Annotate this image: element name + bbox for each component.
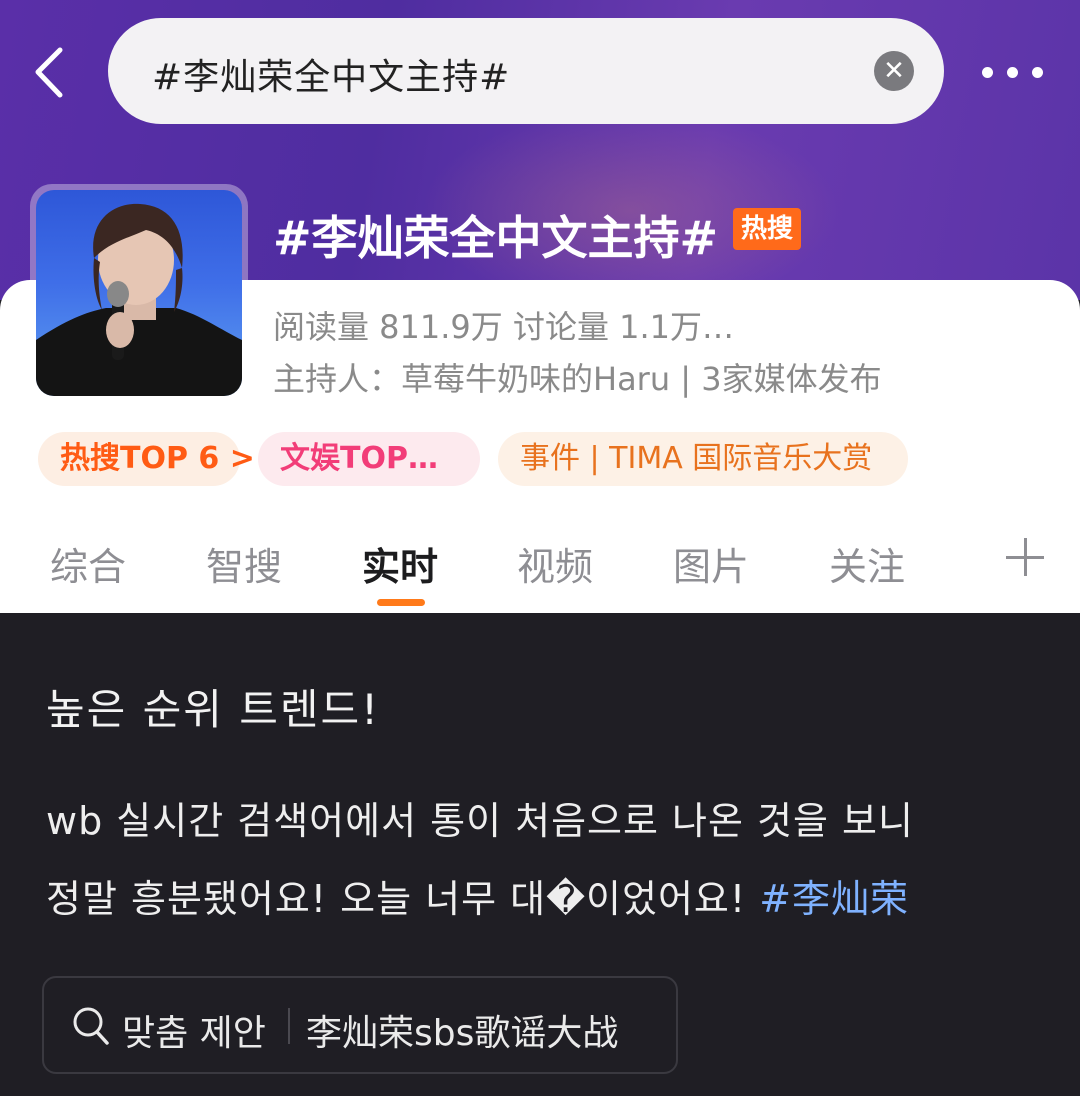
topic-stats: 阅读量 811.9万 讨论量 1.1万… xyxy=(273,308,735,346)
active-tab-indicator xyxy=(377,599,425,606)
topic-host[interactable]: 主持人：草莓牛奶味的Haru | 3家媒体发布 xyxy=(273,354,882,400)
post-body-text: 정말 흥분됐어요! 오늘 너무 대�이었어요! xyxy=(46,877,760,921)
back-arrow-icon[interactable] xyxy=(30,45,70,100)
search-input[interactable]: #李灿荣全中文主持# xyxy=(152,48,510,100)
hot-badge: 热搜 xyxy=(733,208,802,250)
chip-hot-search-rank[interactable]: 热搜TOP 6 > xyxy=(38,432,255,486)
suggestion-divider xyxy=(288,1008,290,1044)
clear-icon[interactable]: ✕ xyxy=(874,51,914,91)
tab-smart-search[interactable]: 智搜 xyxy=(206,536,282,591)
suggestion-box[interactable]: 맞춤 제안 李灿荣sbs歌谣大战 xyxy=(42,976,678,1074)
search-icon xyxy=(73,1007,109,1045)
chip-event[interactable]: 事件 | TIMA 国际音乐大赏 xyxy=(498,432,908,486)
tab-comprehensive[interactable]: 综合 xyxy=(50,536,126,591)
topic-title: #李灿荣全中文主持# xyxy=(273,211,719,265)
avatar-image xyxy=(36,190,242,396)
post-heading: 높은 순위 트렌드! xyxy=(46,685,381,734)
post-body-line-2: 정말 흥분됐어요! 오늘 너무 대�이었어요! #李灿荣 xyxy=(46,868,909,923)
suggestion-label: 맞춤 제안 xyxy=(122,1013,266,1054)
search-bar[interactable]: #李灿荣全中文主持# ✕ xyxy=(108,18,944,124)
tab-images[interactable]: 图片 xyxy=(673,536,749,591)
post-body-line-1: wb 실시간 검색어에서 통이 처음으로 나온 것을 보니 xyxy=(46,799,914,843)
add-tab-icon[interactable] xyxy=(1006,538,1044,576)
chip-entertainment-rank[interactable]: 文娱TOP… xyxy=(258,432,480,486)
topic-avatar[interactable] xyxy=(30,184,248,402)
more-icon[interactable] xyxy=(982,55,1044,89)
tab-video[interactable]: 视频 xyxy=(517,536,593,591)
suggestion-value[interactable]: 李灿荣sbs歌谣大战 xyxy=(306,1004,618,1056)
tab-following[interactable]: 关注 xyxy=(829,536,905,591)
tab-realtime[interactable]: 实时 xyxy=(362,536,438,591)
post-hashtag-link[interactable]: #李灿荣 xyxy=(759,877,909,921)
